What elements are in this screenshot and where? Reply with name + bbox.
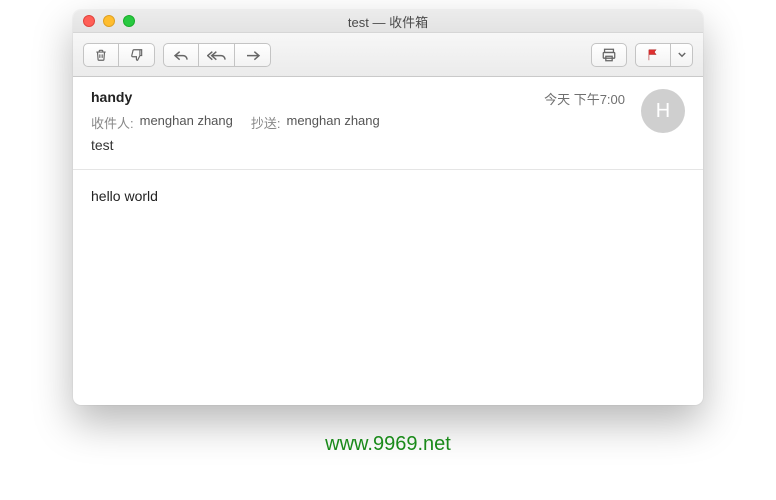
message-subject: test <box>91 137 685 153</box>
reply-group <box>163 43 271 67</box>
to-value[interactable]: menghan zhang <box>140 113 233 132</box>
reply-all-icon <box>207 49 227 61</box>
junk-button[interactable] <box>119 43 155 67</box>
reply-icon <box>173 49 189 61</box>
toolbar <box>73 33 703 77</box>
reply-all-button[interactable] <box>199 43 235 67</box>
flag-menu-button[interactable] <box>671 43 693 67</box>
message-body: hello world <box>73 170 703 222</box>
trash-button[interactable] <box>83 43 119 67</box>
cc-label: 抄送: <box>251 113 281 132</box>
print-icon <box>601 48 617 62</box>
message-date: 今天 下午7:00 <box>544 89 625 108</box>
recipients-row: 收件人: menghan zhang 抄送: menghan zhang <box>91 113 685 132</box>
flag-icon <box>646 48 660 62</box>
zoom-window-button[interactable] <box>123 15 135 27</box>
watermark-text: www.9969.net <box>325 433 451 456</box>
cc-value[interactable]: menghan zhang <box>287 113 380 132</box>
window-titlebar: test — 收件箱 <box>73 10 703 33</box>
message-header: handy 今天 下午7:00 H 收件人: menghan zhang 抄送:… <box>73 77 703 170</box>
flag-group <box>635 43 693 67</box>
print-button[interactable] <box>591 43 627 67</box>
forward-button[interactable] <box>235 43 271 67</box>
to-label: 收件人: <box>91 113 134 132</box>
delete-group <box>83 43 155 67</box>
thumbs-down-icon <box>130 48 144 62</box>
traffic-lights <box>83 15 135 27</box>
sender-name[interactable]: handy <box>91 89 132 105</box>
chevron-down-icon <box>678 52 686 58</box>
avatar-initial: H <box>656 100 670 123</box>
sender-avatar[interactable]: H <box>641 89 685 133</box>
reply-button[interactable] <box>163 43 199 67</box>
forward-icon <box>245 49 261 61</box>
trash-icon <box>94 48 108 62</box>
flag-button[interactable] <box>635 43 671 67</box>
minimize-window-button[interactable] <box>103 15 115 27</box>
mail-window: test — 收件箱 <box>73 10 703 405</box>
window-title: test — 收件箱 <box>73 12 703 31</box>
close-window-button[interactable] <box>83 15 95 27</box>
message-content: handy 今天 下午7:00 H 收件人: menghan zhang 抄送:… <box>73 77 703 405</box>
